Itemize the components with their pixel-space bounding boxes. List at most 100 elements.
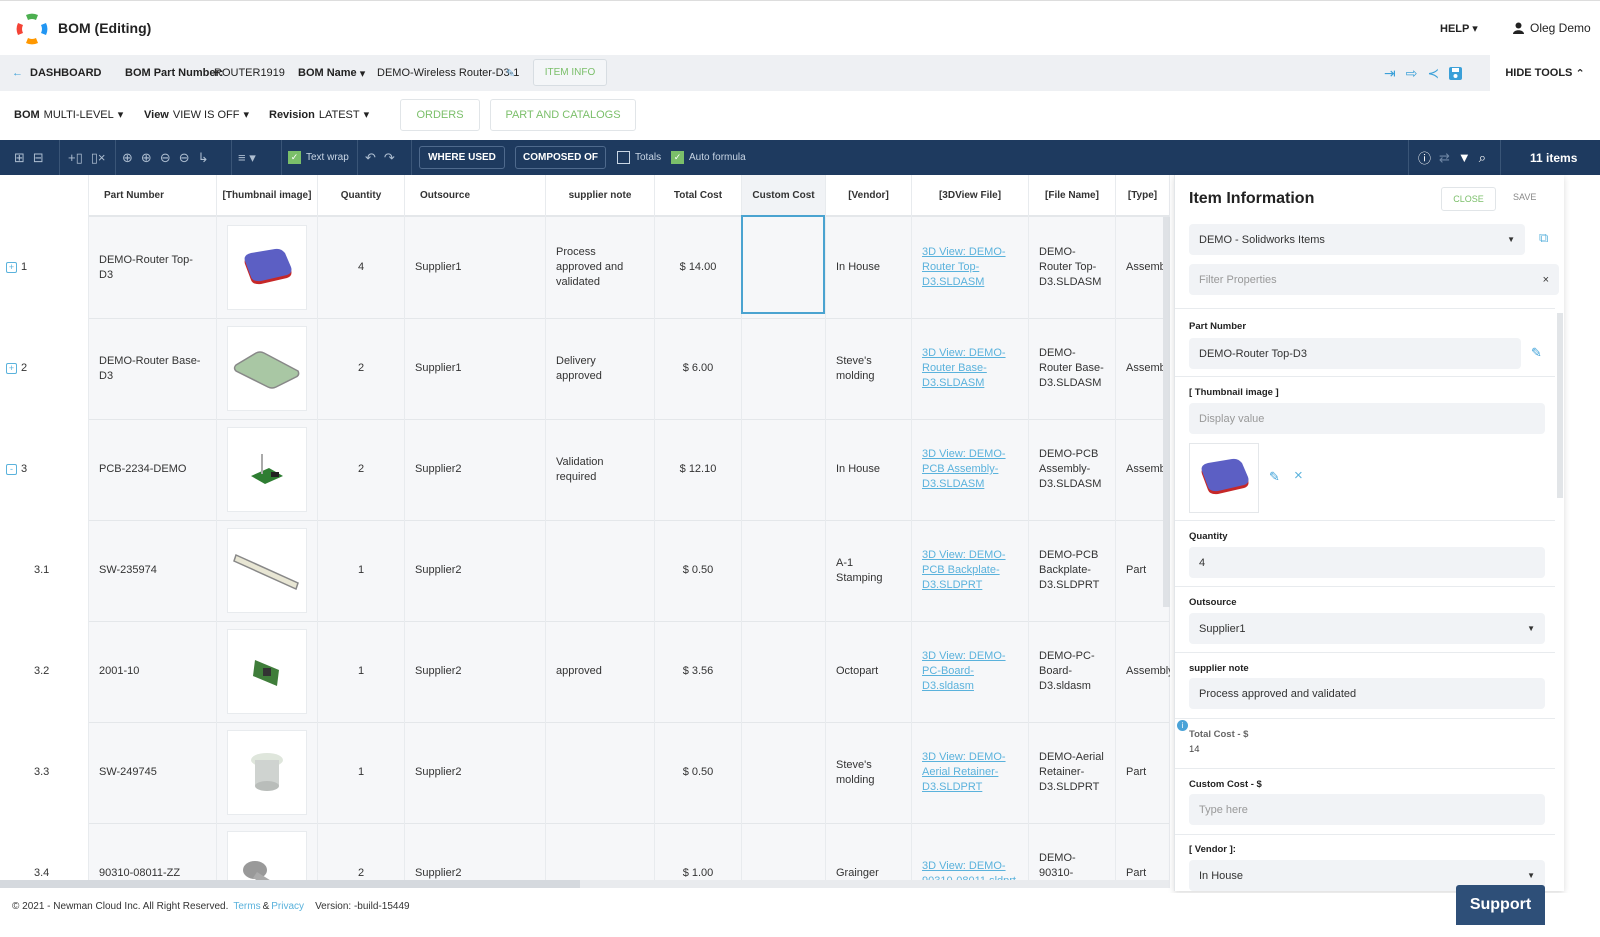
pcb-thumbnail-icon[interactable] xyxy=(227,427,307,512)
remove-thumbnail-icon[interactable]: × xyxy=(1294,467,1303,484)
part-number-field[interactable]: DEMO-Router Top-D3 xyxy=(1189,338,1521,369)
row-index[interactable]: -3 xyxy=(0,419,89,520)
view-select[interactable]: View VIEW IS OFF ▾ xyxy=(144,108,249,122)
cell-custom-cost[interactable] xyxy=(742,318,826,419)
undo-icon[interactable]: ↶ xyxy=(365,150,376,166)
filter-icon[interactable]: ▼ xyxy=(1458,150,1471,165)
expand-icon[interactable]: + xyxy=(6,262,17,273)
row-index[interactable]: +1 xyxy=(0,217,89,318)
cell-3dview-link-text[interactable]: 3D View: DEMO-Router Base-D3.SLDASM xyxy=(922,346,1018,391)
totals-checkbox[interactable] xyxy=(617,151,630,164)
table-row[interactable]: -3 PCB-2234-DEMO 2 Supplier2 Validation requ… xyxy=(0,419,1170,521)
col-outsource[interactable]: Outsource xyxy=(405,175,546,217)
cell-3dview-link-text[interactable]: 3D View: DEMO-Router Top-D3.SLDASM xyxy=(922,245,1018,290)
router-base-thumbnail-icon[interactable] xyxy=(227,326,307,411)
screw-thumbnail-icon[interactable] xyxy=(227,831,307,885)
backplate-thumbnail-icon[interactable] xyxy=(227,528,307,613)
move-right-icon[interactable]: ⊖ xyxy=(179,150,190,166)
col-file-name[interactable]: [File Name] xyxy=(1029,175,1116,217)
custom-cost-input[interactable]: Type here xyxy=(1189,794,1545,825)
add-row-icon[interactable]: ⊞ xyxy=(14,150,25,166)
delete-column-icon[interactable]: ▯× xyxy=(91,150,106,166)
open-external-icon[interactable]: ⧉ xyxy=(1539,230,1548,246)
collapse-icon[interactable]: - xyxy=(6,464,17,475)
col-supplier-note[interactable]: supplier note xyxy=(546,175,655,217)
filter-properties-input[interactable]: Filter Properties × xyxy=(1189,264,1559,295)
part-and-catalogs-button[interactable]: PART AND CATALOGS xyxy=(490,99,636,131)
move-up-icon[interactable]: ⊕ xyxy=(122,150,133,166)
cell-3dview-link[interactable]: 3D View: DEMO-PCB Backplate-D3.SLDPRT xyxy=(912,520,1029,621)
catalog-select[interactable]: DEMO - Solidworks Items ▼ xyxy=(1189,224,1525,255)
bom-level-select[interactable]: BOM MULTI-LEVEL ▾ xyxy=(14,108,123,122)
text-wrap-checkbox[interactable]: ✓ xyxy=(288,151,301,164)
supplier-note-field[interactable]: Process approved and validated xyxy=(1189,678,1545,709)
board-thumbnail-icon[interactable] xyxy=(227,629,307,714)
edit-part-number-icon[interactable]: ✎ xyxy=(1531,345,1542,361)
cell-3dview-link-text[interactable]: 3D View: DEMO-PCB Backplate-D3.SLDPRT xyxy=(922,548,1018,593)
terms-link[interactable]: Terms xyxy=(233,901,260,912)
clear-filter-icon[interactable]: × xyxy=(1543,274,1549,286)
redo-icon[interactable]: ↷ xyxy=(384,150,395,166)
info-icon[interactable]: ⓘ xyxy=(1418,148,1431,167)
cell-custom-cost[interactable] xyxy=(742,722,826,823)
export-icon[interactable]: ⇨ xyxy=(1406,65,1418,82)
table-row[interactable]: +2 DEMO-Router Base-D3 2 Supplier1 Delivery … xyxy=(0,318,1170,420)
table-row[interactable]: 3.2 2001-10 1 Supplier2 approved $ 3.56 Octopa… xyxy=(0,621,1170,723)
support-button[interactable]: Support xyxy=(1456,885,1545,925)
back-arrow-icon[interactable]: ← xyxy=(12,55,23,91)
totals-toggle[interactable]: Totals xyxy=(617,140,661,175)
table-row[interactable]: 3.4 90310-08011-ZZ 2 Supplier2 $ 1.00 Grainge… xyxy=(0,823,1170,885)
cell-3dview-link[interactable]: 3D View: DEMO-Aerial Retainer-D3.SLDPRT xyxy=(912,722,1029,823)
save-icon[interactable] xyxy=(1449,66,1463,80)
auto-formula-checkbox[interactable]: ✓ xyxy=(671,151,684,164)
grid-vertical-scrollbar[interactable] xyxy=(1163,217,1170,607)
panel-save-button[interactable]: SAVE xyxy=(1513,192,1536,202)
cell-3dview-link[interactable]: 3D View: DEMO-PC-Board-D3.sldasm xyxy=(912,621,1029,722)
user-menu[interactable]: Oleg Demo xyxy=(1513,21,1591,35)
row-index[interactable]: +2 xyxy=(0,318,89,419)
col-thumbnail[interactable]: [Thumbnail image] xyxy=(217,175,318,217)
cell-3dview-link-text[interactable]: 3D View: DEMO-Aerial Retainer-D3.SLDPRT xyxy=(922,750,1018,795)
composed-of-button[interactable]: COMPOSED OF xyxy=(515,146,606,169)
outsource-select[interactable]: Supplier1 ▼ xyxy=(1189,613,1545,644)
row-index[interactable]: 3.4 xyxy=(0,823,89,885)
item-info-button[interactable]: ITEM INFO xyxy=(533,59,607,86)
selected-cell-highlight[interactable] xyxy=(741,215,825,314)
dashboard-link[interactable]: DASHBOARD xyxy=(30,55,102,91)
cell-custom-cost[interactable] xyxy=(742,520,826,621)
row-index[interactable]: 3.1 xyxy=(0,520,89,621)
auto-formula-toggle[interactable]: ✓ Auto formula xyxy=(671,140,746,175)
where-used-button[interactable]: WHERE USED xyxy=(419,146,505,169)
table-row[interactable]: 3.1 SW-235974 1 Supplier2 $ 0.50 A-1 Stamping… xyxy=(0,520,1170,622)
edit-bom-name-icon[interactable]: ✎ xyxy=(506,55,515,91)
edit-thumbnail-icon[interactable]: ✎ xyxy=(1269,469,1280,485)
privacy-link[interactable]: Privacy xyxy=(271,901,304,912)
table-row[interactable]: 3.3 SW-249745 1 Supplier2 $ 0.50 Steve's mold… xyxy=(0,722,1170,824)
revision-select[interactable]: Revision LATEST ▾ xyxy=(269,108,369,122)
text-wrap-toggle[interactable]: ✓ Text wrap xyxy=(288,140,349,175)
col-type[interactable]: [Type] xyxy=(1116,175,1170,217)
delete-row-icon[interactable]: ⊟ xyxy=(33,150,44,166)
grid-horizontal-scrollbar[interactable] xyxy=(0,880,1170,888)
thumbnail-display-field[interactable]: Display value xyxy=(1189,403,1545,434)
move-left-icon[interactable]: ⊖ xyxy=(160,150,171,166)
hide-tools-button[interactable]: HIDE TOOLS ⌃ xyxy=(1490,55,1600,91)
cell-custom-cost[interactable] xyxy=(742,621,826,722)
search-icon[interactable]: ⌕ xyxy=(1479,150,1486,166)
col-quantity[interactable]: Quantity xyxy=(318,175,405,217)
add-column-icon[interactable]: +▯ xyxy=(68,150,83,166)
scrollbar-thumb[interactable] xyxy=(0,880,580,888)
align-icon[interactable]: ≡ ▾ xyxy=(238,150,256,166)
panel-scrollbar[interactable] xyxy=(1557,313,1563,498)
expand-icon[interactable]: + xyxy=(6,363,17,374)
row-index[interactable]: 3.3 xyxy=(0,722,89,823)
cell-3dview-link-text[interactable]: 3D View: DEMO-PC-Board-D3.sldasm xyxy=(922,649,1018,694)
cell-3dview-link[interactable]: 3D View: DEMO-PCB Assembly-D3.SLDASM xyxy=(912,419,1029,520)
indent-icon[interactable]: ↳ xyxy=(198,150,209,166)
info-icon[interactable]: i xyxy=(1177,720,1188,731)
cell-3dview-link-text[interactable]: 3D View: DEMO-PCB Assembly-D3.SLDASM xyxy=(922,447,1018,492)
bom-name-dropdown[interactable]: BOM Name ▾ xyxy=(298,55,365,91)
table-row[interactable]: +1 DEMO-Router Top-D3 4 Supplier1 Process ap… xyxy=(0,217,1170,319)
help-menu[interactable]: HELP ▾ xyxy=(1440,22,1478,35)
cell-3dview-link[interactable]: 3D View: DEMO-Router Base-D3.SLDASM xyxy=(912,318,1029,419)
